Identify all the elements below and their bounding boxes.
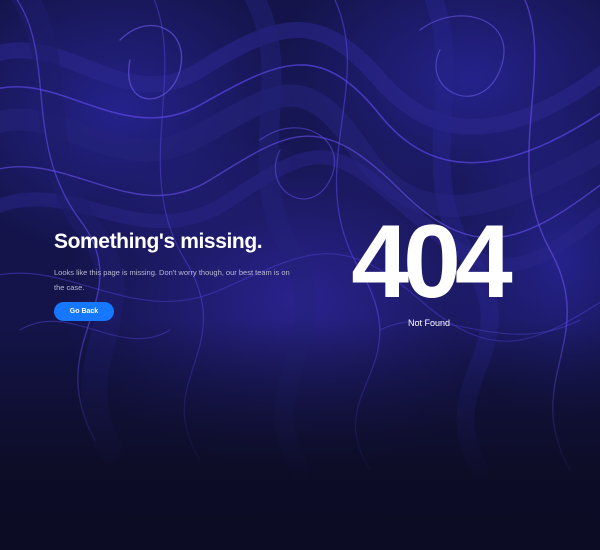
not-found-page: Something's missing. Looks like this pag… [0, 0, 600, 550]
error-block: 404 Not Found [326, 210, 532, 329]
description-text: Looks like this page is missing. Don't w… [54, 268, 290, 292]
message-block: Something's missing. Looks like this pag… [54, 228, 294, 321]
go-back-button[interactable]: Go Back [54, 302, 114, 321]
page-title: Something's missing. [54, 230, 263, 253]
error-code: 404 [351, 204, 513, 320]
